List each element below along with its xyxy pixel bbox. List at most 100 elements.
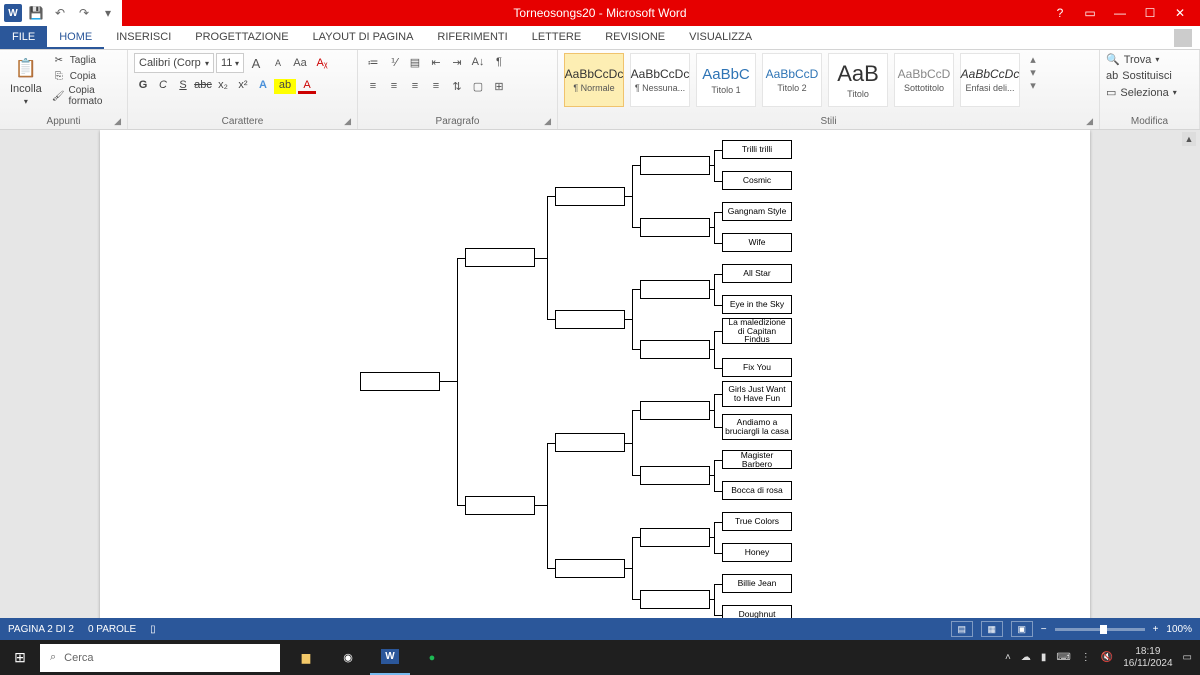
tab-revisione[interactable]: REVISIONE	[593, 26, 677, 49]
select-button[interactable]: ▭Seleziona ▾	[1106, 86, 1177, 99]
font-color-button[interactable]: A	[298, 79, 316, 94]
justify-button[interactable]: ≡	[427, 77, 445, 95]
line-spacing-button[interactable]: ⇅	[448, 77, 466, 95]
font-size-select[interactable]: 11▾	[216, 53, 244, 73]
tab-progettazione[interactable]: PROGETTAZIONE	[183, 26, 300, 49]
align-left-button[interactable]: ≡	[364, 77, 382, 95]
style-titolo-2[interactable]: AaBbCcDTitolo 2	[762, 53, 822, 107]
taskbar-search[interactable]: ⌕ Cerca	[40, 644, 280, 672]
paste-button[interactable]: 📋 Incolla ▾	[6, 53, 46, 108]
tab-visualizza[interactable]: VISUALIZZA	[677, 26, 764, 49]
show-marks-button[interactable]: ¶	[490, 53, 508, 71]
paste-label: Incolla	[10, 83, 42, 95]
underline-button[interactable]: S	[174, 79, 192, 94]
taskbar-clock[interactable]: 18:19 16/11/2024	[1123, 646, 1172, 670]
ribbon-options-button[interactable]: ▭	[1076, 2, 1104, 24]
bold-button[interactable]: G	[134, 79, 152, 94]
app-chrome[interactable]: ◉	[328, 640, 368, 675]
tray-network-icon[interactable]: ▮	[1041, 652, 1047, 663]
language-status[interactable]: ▯	[150, 624, 156, 635]
align-center-button[interactable]: ≡	[385, 77, 403, 95]
paragraph-dialog[interactable]: ◢	[544, 116, 551, 127]
strike-button[interactable]: abc	[194, 79, 212, 94]
tray-volume-icon[interactable]: 🔇	[1101, 652, 1113, 663]
view-print-button[interactable]: ▦	[981, 621, 1003, 637]
tab-inserisci[interactable]: INSERISCI	[104, 26, 183, 49]
title-bar: W 💾 ↶ ↷ ▾ Torneosongs20 - Microsoft Word…	[0, 0, 1200, 26]
superscript-button[interactable]: x²	[234, 79, 252, 94]
view-web-button[interactable]: ▣	[1011, 621, 1033, 637]
multilevel-button[interactable]: ▤	[406, 53, 424, 71]
word-count[interactable]: 0 PAROLE	[88, 624, 136, 635]
style---nessuna---[interactable]: AaBbCcDc¶ Nessuna...	[630, 53, 690, 107]
tray-notifications-icon[interactable]: ▭	[1183, 652, 1192, 663]
clipboard-dialog[interactable]: ◢	[114, 116, 121, 127]
borders-button[interactable]: ⊞	[490, 77, 508, 95]
styles-more-button[interactable]: ▴▾▾	[1026, 53, 1040, 92]
numbering-button[interactable]: ⅟	[385, 53, 403, 71]
undo-button[interactable]: ↶	[50, 6, 70, 20]
align-right-button[interactable]: ≡	[406, 77, 424, 95]
tray-wifi-icon[interactable]: ⋮	[1081, 652, 1091, 663]
italic-button[interactable]: C	[154, 79, 172, 94]
view-read-button[interactable]: ▤	[951, 621, 973, 637]
account-button[interactable]	[1166, 26, 1200, 49]
style---normale[interactable]: AaBbCcDc¶ Normale	[564, 53, 624, 107]
qat-more[interactable]: ▾	[98, 6, 118, 20]
replace-button[interactable]: abSostituisci	[1106, 70, 1172, 82]
bullets-button[interactable]: ≔	[364, 53, 382, 71]
scroll-up-button[interactable]: ▲	[1182, 132, 1196, 146]
subscript-button[interactable]: x₂	[214, 79, 232, 94]
start-button[interactable]: ⊞	[0, 649, 40, 666]
help-button[interactable]: ?	[1046, 2, 1074, 24]
shrink-font-button[interactable]: A	[268, 53, 288, 73]
styles-gallery[interactable]: AaBbCcDc¶ NormaleAaBbCcDc¶ Nessuna...AaB…	[564, 53, 1093, 116]
shading-button[interactable]: ▢	[469, 77, 487, 95]
tab-file[interactable]: FILE	[0, 26, 47, 49]
close-button[interactable]: ✕	[1166, 2, 1194, 24]
avatar-icon	[1174, 29, 1192, 47]
app-explorer[interactable]: ▆	[286, 640, 326, 675]
group-clipboard: 📋 Incolla ▾ ✂Taglia ⎘Copia 🖌Copia format…	[0, 50, 128, 129]
increase-indent-button[interactable]: ⇥	[448, 53, 466, 71]
page-status[interactable]: PAGINA 2 DI 2	[8, 624, 74, 635]
change-case-button[interactable]: Aa	[290, 53, 310, 73]
sort-button[interactable]: A↓	[469, 53, 487, 71]
grow-font-button[interactable]: A	[246, 53, 266, 73]
find-button[interactable]: 🔍Trova ▾	[1106, 53, 1159, 66]
style-name: Enfasi deli...	[965, 83, 1014, 93]
format-painter-button[interactable]: 🖌Copia formato	[52, 85, 121, 107]
minimize-button[interactable]: —	[1106, 2, 1134, 24]
tray-language-icon[interactable]: ⌨	[1056, 652, 1070, 663]
text-effects-button[interactable]: A	[254, 79, 272, 94]
zoom-in-button[interactable]: +	[1153, 624, 1159, 635]
tab-lettere[interactable]: LETTERE	[520, 26, 594, 49]
save-button[interactable]: 💾	[26, 6, 46, 20]
font-dialog[interactable]: ◢	[344, 116, 351, 127]
tray-onedrive-icon[interactable]: ☁	[1021, 652, 1031, 663]
tray-chevron[interactable]: ˄	[1005, 652, 1011, 663]
style-enfasi-deli---[interactable]: AaBbCcDcEnfasi deli...	[960, 53, 1020, 107]
style-titolo[interactable]: AaBTitolo	[828, 53, 888, 107]
app-spotify[interactable]: ●	[412, 640, 452, 675]
font-name-select[interactable]: Calibri (Corp▾	[134, 53, 214, 73]
zoom-slider[interactable]	[1055, 628, 1145, 631]
document-area[interactable]: ▲ Trilli trilliCosmicGangnam StyleWifeAl…	[0, 130, 1200, 640]
styles-dialog[interactable]: ◢	[1086, 116, 1093, 127]
maximize-button[interactable]: ☐	[1136, 2, 1164, 24]
zoom-out-button[interactable]: −	[1041, 624, 1047, 635]
highlight-button[interactable]: ab	[274, 79, 296, 94]
clear-format-button[interactable]: Aᵪ	[312, 53, 332, 73]
app-word[interactable]: W	[370, 640, 410, 675]
tab-home[interactable]: HOME	[47, 26, 104, 49]
redo-button[interactable]: ↷	[74, 6, 94, 20]
tab-layout[interactable]: LAYOUT DI PAGINA	[301, 26, 426, 49]
zoom-level[interactable]: 100%	[1166, 624, 1192, 635]
style-sottotitolo[interactable]: AaBbCcDSottotitolo	[894, 53, 954, 107]
bracket-slot: Eye in the Sky	[722, 295, 792, 314]
tab-riferimenti[interactable]: RIFERIMENTI	[425, 26, 519, 49]
copy-button[interactable]: ⎘Copia	[52, 69, 121, 83]
decrease-indent-button[interactable]: ⇤	[427, 53, 445, 71]
cut-button[interactable]: ✂Taglia	[52, 53, 121, 67]
style-titolo-1[interactable]: AaBbCTitolo 1	[696, 53, 756, 107]
